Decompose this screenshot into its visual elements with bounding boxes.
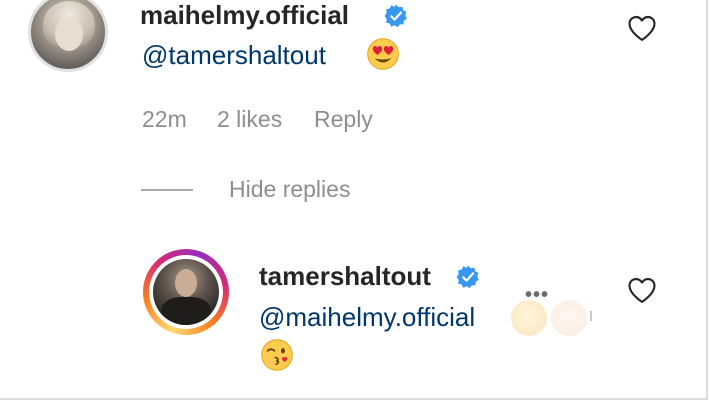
- like-heart-icon[interactable]: [627, 14, 657, 42]
- like-heart-icon[interactable]: [627, 276, 657, 304]
- avatar[interactable]: [149, 255, 223, 329]
- hide-replies-button[interactable]: Hide replies: [229, 176, 350, 203]
- comment-mention-link[interactable]: @tamershaltout: [142, 40, 326, 71]
- verified-badge-icon: [456, 265, 479, 289]
- verified-badge-icon: [384, 4, 407, 28]
- reaction-emoji-icon[interactable]: [551, 300, 587, 336]
- comments-panel: [0, 0, 708, 400]
- reply-username[interactable]: tamershaltout: [259, 261, 431, 292]
- avatar-head: [175, 269, 197, 297]
- replies-divider-line: [141, 189, 193, 191]
- reaction-divider: [590, 311, 592, 321]
- comment-likes-count[interactable]: 2 likes: [217, 106, 282, 133]
- avatar-face: [55, 17, 83, 51]
- comment-timestamp: 22m: [142, 106, 187, 132]
- reaction-emoji-icon[interactable]: [511, 300, 547, 336]
- reply-button[interactable]: Reply: [314, 106, 373, 133]
- avatar-photo: [153, 259, 219, 325]
- reply-mention-link[interactable]: @maihelmy.official: [259, 302, 475, 333]
- winking-kiss-emoji-icon: [261, 339, 293, 371]
- heart-eyes-emoji-icon: [367, 38, 399, 70]
- avatar-body: [161, 297, 211, 325]
- comment-username[interactable]: maihelmy.official: [140, 0, 349, 31]
